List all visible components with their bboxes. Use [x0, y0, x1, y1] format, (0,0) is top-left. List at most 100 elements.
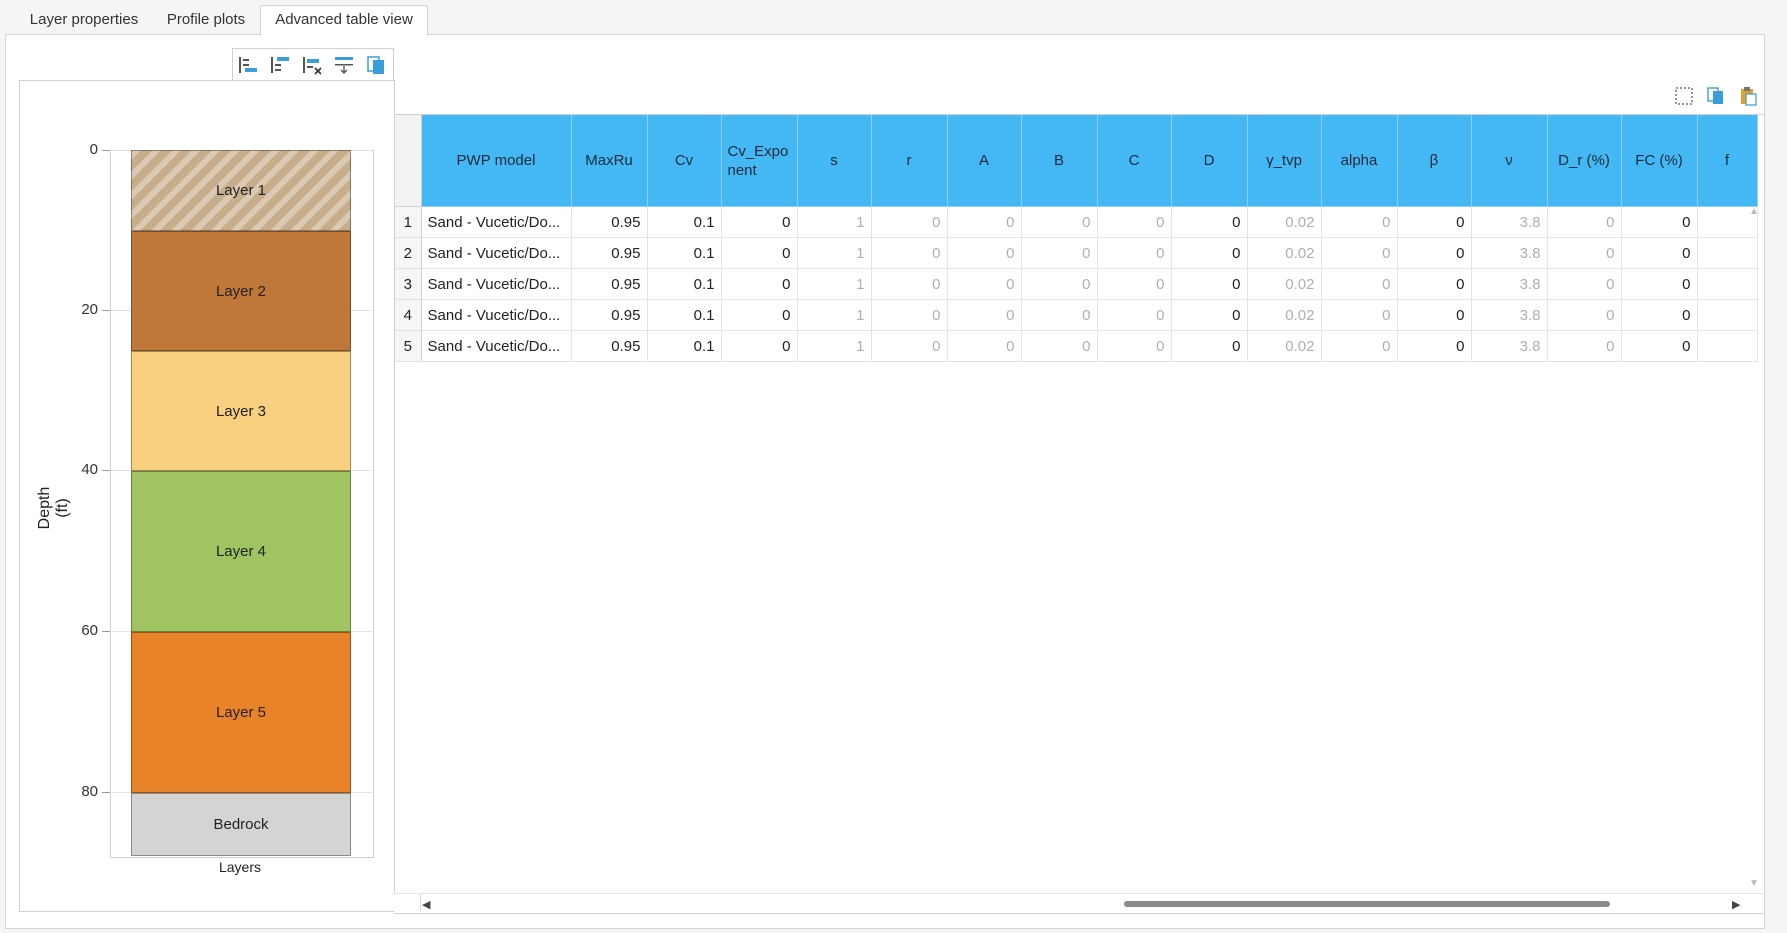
row-header[interactable]: 3: [395, 268, 422, 300]
table-cell[interactable]: 0: [1171, 237, 1248, 269]
column-header[interactable]: β: [1397, 115, 1472, 207]
table-cell[interactable]: 0: [1171, 299, 1248, 331]
table-cell[interactable]: 0: [721, 237, 798, 269]
table-cell[interactable]: 0.1: [647, 299, 722, 331]
table-cell[interactable]: 3.8: [1471, 330, 1548, 362]
table-cell[interactable]: 0: [1547, 237, 1622, 269]
select-all-icon[interactable]: [1674, 86, 1694, 106]
table-cell[interactable]: 0: [947, 330, 1022, 362]
insert-layer-below-icon[interactable]: [237, 54, 259, 76]
column-header[interactable]: s: [797, 115, 872, 207]
table-cell[interactable]: 0: [947, 299, 1022, 331]
table-cell[interactable]: Sand - Vucetic/Do...: [421, 206, 572, 238]
tab-layer-properties[interactable]: Layer properties: [14, 6, 154, 34]
table-cell[interactable]: 0: [721, 299, 798, 331]
row-header[interactable]: 4: [395, 299, 422, 331]
table-row[interactable]: 1 Sand - Vucetic/Do... 0.95 0.1 0 1 0 0 0 0 0 0.02 0…: [395, 206, 1758, 238]
row-header[interactable]: 2: [395, 237, 422, 269]
table-cell[interactable]: 1: [797, 299, 872, 331]
corner-cell[interactable]: [395, 115, 422, 207]
table-cell[interactable]: 0: [1321, 268, 1398, 300]
table-cell[interactable]: 0: [947, 237, 1022, 269]
column-header[interactable]: FC (%): [1621, 115, 1698, 207]
column-header[interactable]: Cv_Expo nent: [721, 115, 798, 207]
table-cell[interactable]: 0: [1397, 330, 1472, 362]
horizontal-scrollbar[interactable]: ◀ ▶: [394, 893, 1763, 913]
column-header[interactable]: Cv: [647, 115, 722, 207]
table-cell[interactable]: 0: [1621, 206, 1698, 238]
tab-profile-plots[interactable]: Profile plots: [155, 6, 257, 34]
scroll-down-arrow-icon[interactable]: ▼: [1749, 878, 1759, 889]
bedrock-block[interactable]: Bedrock: [131, 793, 351, 856]
table-cell[interactable]: 3.8: [1471, 237, 1548, 269]
table-cell[interactable]: 0: [947, 268, 1022, 300]
table-cell[interactable]: 0: [1397, 299, 1472, 331]
table-cell[interactable]: 0: [871, 330, 948, 362]
table-cell[interactable]: 0.1: [647, 268, 722, 300]
paste-icon[interactable]: [1738, 86, 1758, 106]
table-cell[interactable]: 0.95: [571, 268, 648, 300]
table-cell[interactable]: 0: [1097, 206, 1172, 238]
table-cell[interactable]: 0.02: [1247, 268, 1322, 300]
table-cell[interactable]: 0.95: [571, 299, 648, 331]
table-cell[interactable]: 0: [1321, 206, 1398, 238]
table-cell[interactable]: 0: [1021, 237, 1098, 269]
table-cell[interactable]: 0: [871, 299, 948, 331]
table-cell[interactable]: 0.1: [647, 237, 722, 269]
table-cell[interactable]: 0: [1621, 299, 1698, 331]
table-cell[interactable]: 0: [1097, 237, 1172, 269]
horizontal-scroll-thumb[interactable]: [1124, 901, 1610, 907]
table-cell[interactable]: 0: [721, 206, 798, 238]
tab-advanced-table-view[interactable]: Advanced table view: [260, 5, 428, 36]
layer-3-block[interactable]: Layer 3: [131, 351, 351, 471]
table-cell[interactable]: 0: [1621, 330, 1698, 362]
table-cell[interactable]: Sand - Vucetic/Do...: [421, 330, 572, 362]
table-row[interactable]: 4 Sand - Vucetic/Do... 0.95 0.1 0 1 0 0 0 0 0 0.02 0…: [395, 299, 1758, 331]
column-header[interactable]: D: [1171, 115, 1248, 207]
column-header[interactable]: A: [947, 115, 1022, 207]
column-header[interactable]: D_r (%): [1547, 115, 1622, 207]
table-cell[interactable]: 0: [1321, 330, 1398, 362]
table-cell[interactable]: 0.95: [571, 330, 648, 362]
table-cell[interactable]: 0: [1097, 299, 1172, 331]
layer-4-block[interactable]: Layer 4: [131, 471, 351, 632]
table-cell[interactable]: 0.02: [1247, 206, 1322, 238]
column-header[interactable]: ν: [1471, 115, 1548, 207]
scroll-up-arrow-icon[interactable]: ▲: [1749, 206, 1759, 217]
row-header[interactable]: 5: [395, 330, 422, 362]
table-cell[interactable]: 0: [721, 330, 798, 362]
table-cell[interactable]: 0.1: [647, 206, 722, 238]
table-cell[interactable]: 0: [1397, 237, 1472, 269]
layer-5-block[interactable]: Layer 5: [131, 632, 351, 793]
table-cell[interactable]: Sand - Vucetic/Do...: [421, 268, 572, 300]
table-cell[interactable]: 0: [1397, 206, 1472, 238]
table-cell[interactable]: 0.02: [1247, 237, 1322, 269]
column-header[interactable]: f: [1697, 115, 1758, 207]
table-cell[interactable]: 0: [1171, 206, 1248, 238]
table-cell[interactable]: 0: [721, 268, 798, 300]
table-row[interactable]: 3 Sand - Vucetic/Do... 0.95 0.1 0 1 0 0 0 0 0 0.02 0…: [395, 268, 1758, 300]
table-cell[interactable]: 0: [947, 206, 1022, 238]
row-header[interactable]: 1: [395, 206, 422, 238]
column-header[interactable]: PWP model: [421, 115, 572, 207]
insert-layer-above-icon[interactable]: [269, 54, 291, 76]
table-cell[interactable]: 0: [1547, 206, 1622, 238]
scroll-left-arrow-icon[interactable]: ◀: [422, 898, 430, 911]
table-cell[interactable]: Sand - Vucetic/Do...: [421, 237, 572, 269]
table-row[interactable]: 5 Sand - Vucetic/Do... 0.95 0.1 0 1 0 0 0 0 0 0.02 0…: [395, 330, 1758, 362]
table-cell[interactable]: 0: [1321, 237, 1398, 269]
table-cell[interactable]: 0: [1171, 268, 1248, 300]
table-cell[interactable]: 0: [1621, 268, 1698, 300]
copy-icon[interactable]: [365, 54, 387, 76]
column-header[interactable]: MaxRu: [571, 115, 648, 207]
column-header[interactable]: B: [1021, 115, 1098, 207]
table-cell[interactable]: 3.8: [1471, 206, 1548, 238]
split-layer-icon[interactable]: [333, 54, 355, 76]
table-cell[interactable]: 0: [1021, 299, 1098, 331]
table-cell[interactable]: 0: [1621, 237, 1698, 269]
copy-icon[interactable]: [1706, 86, 1726, 106]
table-cell[interactable]: 0: [1021, 268, 1098, 300]
table-cell[interactable]: 0: [1321, 299, 1398, 331]
column-header[interactable]: γ_tvp: [1247, 115, 1322, 207]
table-cell[interactable]: 0: [1097, 330, 1172, 362]
